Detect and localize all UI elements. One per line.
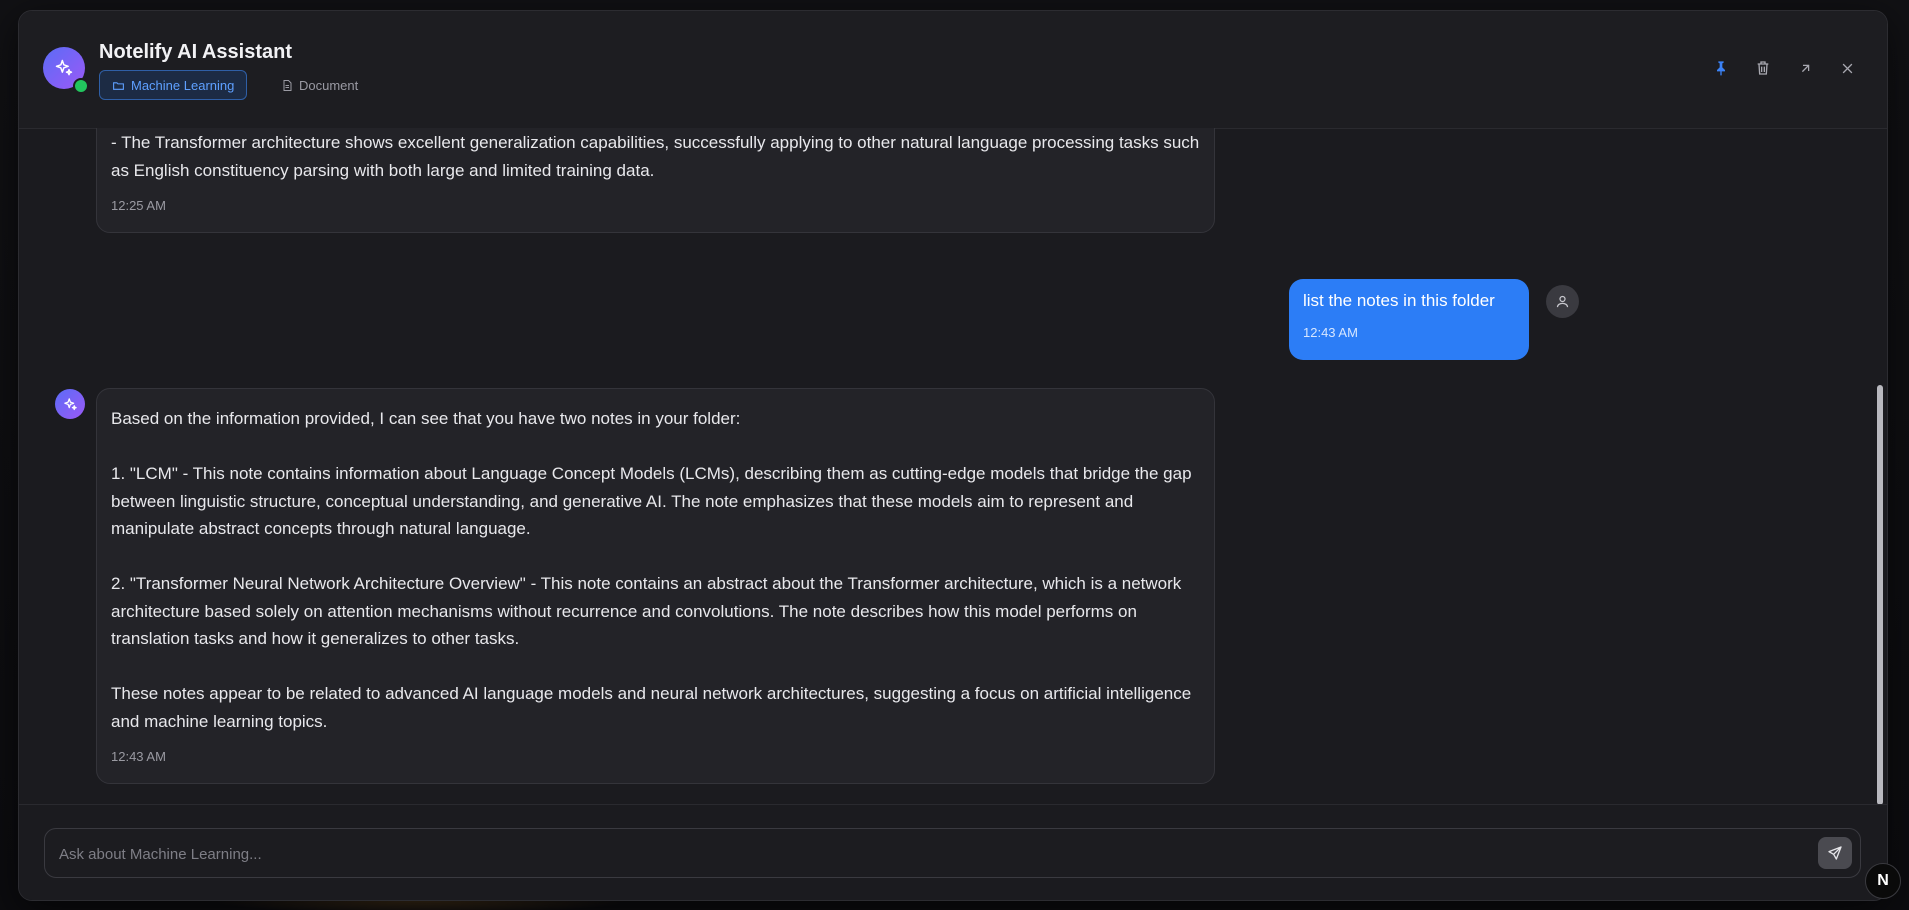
message-timestamp: 12:25 AM: [111, 198, 166, 213]
message-timestamp: 12:43 AM: [1303, 325, 1358, 340]
chat-history[interactable]: - The Transformer architecture shows exc…: [19, 128, 1887, 803]
document-context-chip[interactable]: Document: [275, 70, 370, 100]
assistant-avatar-small: [55, 389, 85, 419]
assistant-modal: Notelify AI Assistant Machine Learning D…: [18, 10, 1888, 901]
assistant-message: - The Transformer architecture shows exc…: [96, 128, 1215, 233]
user-avatar: [1546, 285, 1579, 318]
message-timestamp: 12:43 AM: [111, 749, 166, 764]
modal-header: Notelify AI Assistant Machine Learning D…: [19, 11, 1887, 129]
sparkles-icon: [55, 59, 73, 76]
folder-open-icon: [113, 81, 124, 90]
app-badge[interactable]: N: [1865, 863, 1901, 899]
page-title: Notelify AI Assistant: [99, 41, 292, 63]
pin-button[interactable]: [1711, 58, 1731, 78]
online-status-dot: [73, 78, 89, 94]
close-icon: [1842, 63, 1852, 73]
composer-area: [19, 804, 1887, 900]
send-icon: [1828, 846, 1842, 860]
user-icon: [1556, 295, 1569, 308]
composer-box: [44, 828, 1861, 879]
chat-scrollbar-thumb[interactable]: [1877, 385, 1883, 805]
close-button[interactable]: [1837, 58, 1857, 78]
sparkles-icon: [63, 397, 77, 410]
user-message: list the notes in this folder 12:43 AM: [1289, 279, 1529, 360]
message-text: list the notes in this folder: [1303, 291, 1495, 310]
pin-icon: [1717, 61, 1725, 76]
trash-icon: [1757, 61, 1769, 75]
document-icon: [283, 79, 292, 91]
folder-context-chip[interactable]: Machine Learning: [99, 70, 248, 100]
message-text: Based on the information provided, I can…: [111, 409, 1192, 731]
folder-chip-label: Machine Learning: [131, 77, 235, 93]
delete-chat-button[interactable]: [1753, 58, 1773, 78]
chat-input[interactable]: [57, 829, 1761, 879]
arrow-up-right-icon: [1801, 64, 1809, 72]
send-button[interactable]: [1818, 837, 1852, 869]
document-chip-label: Document: [299, 77, 359, 93]
assistant-message: Based on the information provided, I can…: [96, 388, 1215, 784]
expand-button[interactable]: [1795, 58, 1815, 78]
message-text: - The Transformer architecture shows exc…: [111, 133, 1204, 180]
header-actions: [1711, 58, 1857, 78]
